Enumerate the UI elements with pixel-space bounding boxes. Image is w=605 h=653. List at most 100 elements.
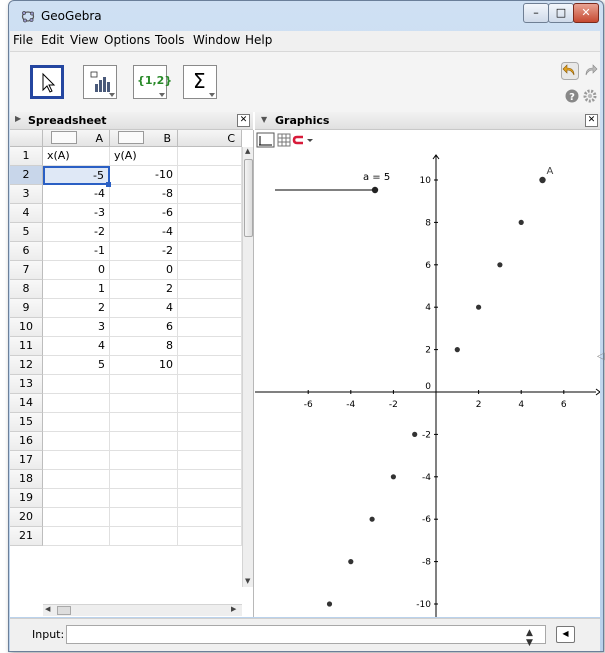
spreadsheet-cell[interactable] [110, 394, 178, 413]
spreadsheet-cell[interactable]: x(A) [43, 147, 110, 166]
row-header[interactable]: 7 [10, 261, 43, 280]
spreadsheet-cell[interactable]: -10 [110, 166, 178, 185]
spreadsheet-cell[interactable] [43, 394, 110, 413]
move-tool-button[interactable] [30, 65, 64, 99]
spreadsheet-cell[interactable] [43, 413, 110, 432]
spreadsheet-cell[interactable]: -1 [43, 242, 110, 261]
spreadsheet-cell[interactable]: 8 [110, 337, 178, 356]
row-header[interactable]: 16 [10, 432, 43, 451]
graphics-view[interactable]: -6 -4 -2 2 4 6 10 8 6 4 2 -2 -4 -6 -8 -10 0 Aa = 5 [255, 130, 600, 617]
collapse-arrow-icon[interactable]: ▼ [261, 115, 267, 124]
grid-icon[interactable] [51, 131, 77, 144]
column-header-a[interactable]: A [43, 130, 110, 147]
row-header[interactable]: 10 [10, 318, 43, 337]
spreadsheet-cell[interactable]: 4 [110, 299, 178, 318]
spreadsheet-cell[interactable] [178, 413, 242, 432]
spreadsheet-close-button[interactable]: ✕ [237, 114, 250, 127]
graphics-close-button[interactable]: ✕ [585, 114, 598, 127]
column-header-c[interactable]: C [178, 130, 242, 147]
horizontal-scroll-thumb[interactable] [57, 606, 71, 615]
close-button[interactable]: ✕ [573, 3, 599, 23]
spreadsheet-cell[interactable]: 3 [43, 318, 110, 337]
spreadsheet-view[interactable]: A B C 1 x(A) y(A) 2 -5 -10 3 -4 -8 4 -3 -6 5 -2 -4 6 -1-… [10, 130, 254, 617]
row-header[interactable]: 1 [10, 147, 43, 166]
spreadsheet-cell[interactable] [178, 280, 242, 299]
menu-tools[interactable]: Tools [155, 33, 185, 47]
spreadsheet-cell[interactable]: -6 [110, 204, 178, 223]
spreadsheet-cell[interactable]: 2 [43, 299, 110, 318]
row-header[interactable]: 3 [10, 185, 43, 204]
list-point[interactable] [412, 431, 418, 437]
input-field[interactable] [66, 625, 546, 644]
minimize-button[interactable]: – [523, 3, 549, 23]
list-point[interactable] [476, 304, 482, 310]
list-point[interactable] [369, 516, 375, 522]
row-header[interactable]: 11 [10, 337, 43, 356]
spreadsheet-cell[interactable] [178, 451, 242, 470]
dropdown-arrow-icon[interactable] [307, 139, 313, 142]
scroll-right-icon[interactable]: ▶ [231, 605, 236, 613]
list-point[interactable] [348, 559, 354, 565]
spreadsheet-cell[interactable] [178, 432, 242, 451]
row-header[interactable]: 21 [10, 527, 43, 546]
row-header[interactable]: 19 [10, 489, 43, 508]
spreadsheet-cell[interactable] [178, 356, 242, 375]
spreadsheet-cell[interactable] [178, 489, 242, 508]
vertical-scrollbar[interactable]: ▲ ▼ [242, 147, 253, 587]
spreadsheet-cell[interactable] [178, 223, 242, 242]
spreadsheet-cell[interactable] [110, 527, 178, 546]
spreadsheet-cell[interactable] [43, 527, 110, 546]
spreadsheet-cell[interactable] [43, 432, 110, 451]
history-updown-icon[interactable]: ▲ ▼ [526, 628, 533, 648]
spreadsheet-cell[interactable] [178, 147, 242, 166]
row-header[interactable]: 20 [10, 508, 43, 527]
spreadsheet-cell[interactable]: 0 [110, 261, 178, 280]
spreadsheet-cell[interactable] [178, 261, 242, 280]
help-icon[interactable]: ? [565, 89, 579, 103]
menu-edit[interactable]: Edit [41, 33, 64, 47]
scroll-down-icon[interactable]: ▼ [245, 577, 250, 585]
row-header[interactable]: 12 [10, 356, 43, 375]
vertical-scroll-thumb[interactable] [244, 159, 253, 237]
spreadsheet-cell[interactable]: -4 [43, 185, 110, 204]
list-point[interactable] [454, 347, 460, 353]
row-header[interactable]: 5 [10, 223, 43, 242]
row-header[interactable]: 4 [10, 204, 43, 223]
spreadsheet-cell[interactable] [178, 242, 242, 261]
spreadsheet-cell[interactable] [178, 470, 242, 489]
spreadsheet-cell[interactable] [110, 489, 178, 508]
spreadsheet-cell[interactable] [178, 185, 242, 204]
list-point[interactable] [518, 219, 524, 225]
bar-chart-tool-button[interactable] [83, 65, 117, 99]
menu-file[interactable]: File [13, 33, 33, 47]
spreadsheet-cell[interactable] [178, 204, 242, 223]
spreadsheet-cell[interactable] [178, 318, 242, 337]
menu-options[interactable]: Options [104, 33, 150, 47]
maximize-button[interactable]: □ [548, 3, 574, 23]
point-a[interactable] [539, 176, 546, 184]
spreadsheet-cell[interactable]: 5 [43, 356, 110, 375]
row-header[interactable]: 17 [10, 451, 43, 470]
spreadsheet-cell[interactable] [43, 489, 110, 508]
spreadsheet-cell[interactable] [178, 375, 242, 394]
input-help-icon[interactable]: ◀ [556, 626, 575, 643]
spreadsheet-cell[interactable]: -8 [110, 185, 178, 204]
spreadsheet-cell[interactable]: 2 [110, 280, 178, 299]
spreadsheet-cell[interactable]: -4 [110, 223, 178, 242]
fill-handle[interactable] [106, 182, 111, 187]
row-header[interactable]: 13 [10, 375, 43, 394]
menu-view[interactable]: View [70, 33, 98, 47]
sum-tool-button[interactable]: Σ [183, 65, 217, 99]
spreadsheet-cell[interactable] [43, 451, 110, 470]
row-header[interactable]: 18 [10, 470, 43, 489]
menu-help[interactable]: Help [245, 33, 272, 47]
column-header-b[interactable]: B [110, 130, 178, 147]
corner-cell[interactable] [10, 130, 43, 147]
spreadsheet-cell[interactable] [110, 375, 178, 394]
spreadsheet-cell[interactable]: 4 [43, 337, 110, 356]
spreadsheet-cell[interactable] [178, 527, 242, 546]
spreadsheet-cell[interactable] [178, 394, 242, 413]
row-header[interactable]: 9 [10, 299, 43, 318]
graphics-canvas[interactable]: -6 -4 -2 2 4 6 10 8 6 4 2 -2 -4 -6 -8 -10 0 Aa = 5 [255, 130, 600, 617]
spreadsheet-cell[interactable] [43, 508, 110, 527]
